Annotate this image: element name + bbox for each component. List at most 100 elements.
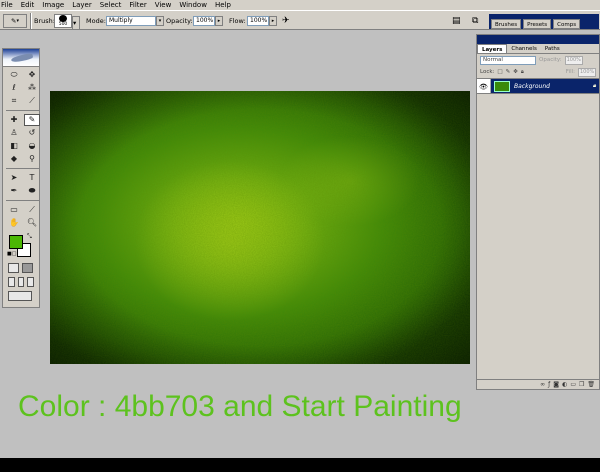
swap-colors-icon[interactable]: ⤡ bbox=[27, 233, 32, 241]
bucket-tool-icon[interactable]: ◒ bbox=[24, 140, 40, 152]
opacity-field[interactable]: 100% bbox=[193, 16, 215, 26]
zoom-tool-icon[interactable]: 🔍︎ bbox=[24, 217, 40, 229]
flow-field[interactable]: 100% bbox=[247, 16, 269, 26]
layer-row[interactable]: 👁︎ Background 🔒︎ bbox=[477, 78, 599, 94]
toolbox-header[interactable] bbox=[3, 49, 39, 67]
layers-panel: Layers Channels Paths Normal Opacity: 10… bbox=[476, 34, 600, 390]
toolbox: ⬭ ✥ ℓ ⁂ ⌗ ⟋ ✚ ✎ ♙ ↺ ◧ ◒ ◆ ⚲ ➤ T ✒ ⬬ ▭ ⟋ … bbox=[2, 48, 40, 308]
feather-logo-icon bbox=[10, 52, 34, 64]
foreground-color-swatch[interactable] bbox=[9, 235, 23, 249]
brush-tip-icon bbox=[59, 15, 67, 22]
crop-tool-icon[interactable]: ⌗ bbox=[6, 95, 22, 107]
type-tool-icon[interactable]: T bbox=[24, 172, 40, 184]
adjustment-layer-icon[interactable]: ◐ bbox=[562, 381, 567, 388]
standard-mode-button[interactable] bbox=[8, 263, 19, 273]
brush-size: 500 bbox=[58, 22, 68, 27]
palette-well: Brushes Presets Comps bbox=[489, 14, 599, 29]
tab-layers[interactable]: Layers bbox=[477, 44, 508, 53]
history-brush-tool-icon[interactable]: ↺ bbox=[24, 127, 40, 139]
screen-mode-full-menu-button[interactable] bbox=[17, 277, 25, 287]
file-browser-icon[interactable]: ▤ bbox=[452, 14, 461, 28]
palette-toggle-icon[interactable]: ⧉ bbox=[472, 14, 478, 28]
dodge-tool-icon[interactable]: ⚲ bbox=[24, 153, 40, 165]
path-selection-tool-icon[interactable]: ➤ bbox=[6, 172, 22, 184]
slice-tool-icon[interactable]: ⟋ bbox=[24, 95, 40, 107]
move-tool-icon[interactable]: ✥ bbox=[24, 69, 40, 81]
menu-edit[interactable]: Edit bbox=[21, 0, 35, 10]
document-canvas[interactable] bbox=[50, 91, 470, 364]
lock-transparency-icon[interactable]: □ bbox=[497, 69, 502, 75]
opacity-label: Opacity: bbox=[166, 17, 193, 25]
layers-panel-titlebar[interactable] bbox=[477, 35, 599, 44]
lock-label: Lock: bbox=[480, 69, 495, 75]
bottom-bar bbox=[0, 458, 600, 472]
lock-paint-icon[interactable]: ✎ bbox=[506, 69, 511, 75]
screen-mode-full-button[interactable] bbox=[27, 277, 35, 287]
layer-blend-mode-select[interactable]: Normal bbox=[480, 55, 536, 65]
fill-field[interactable]: 100% bbox=[578, 67, 596, 77]
menu-image[interactable]: Image bbox=[42, 0, 64, 10]
menu-bar: File Edit Image Layer Select Filter View… bbox=[0, 0, 600, 10]
healing-brush-tool-icon[interactable]: ✚ bbox=[6, 114, 22, 126]
lock-move-icon[interactable]: ✥ bbox=[513, 69, 518, 75]
tool-preset-picker[interactable]: ✎ ▾ bbox=[3, 14, 27, 28]
opacity-slider-arrow[interactable]: ▸ bbox=[215, 16, 223, 26]
layers-footer: ∞ ƒ ◙ ◐ ▭ ❐ 🗑︎ bbox=[477, 379, 599, 389]
menu-help[interactable]: Help bbox=[215, 0, 231, 10]
tab-paths[interactable]: Paths bbox=[541, 44, 564, 53]
clone-stamp-tool-icon[interactable]: ♙ bbox=[6, 127, 22, 139]
lasso-tool-icon[interactable]: ℓ bbox=[6, 82, 22, 94]
layer-thumbnail bbox=[494, 80, 510, 92]
default-colors-icon[interactable]: ■□ bbox=[7, 251, 16, 257]
trash-icon[interactable]: 🗑︎ bbox=[587, 381, 595, 388]
marquee-tool-icon[interactable]: ⬭ bbox=[6, 69, 22, 81]
quick-mask-button[interactable] bbox=[22, 263, 33, 273]
jump-to-imageready-button[interactable] bbox=[8, 291, 32, 301]
lock-all-icon[interactable]: 🔒︎ bbox=[521, 69, 524, 76]
menu-select[interactable]: Select bbox=[100, 0, 122, 10]
shape-tool-icon[interactable]: ⬬ bbox=[24, 185, 40, 197]
eye-icon[interactable]: 👁︎ bbox=[477, 79, 491, 93]
canvas-texture bbox=[50, 91, 470, 364]
blur-tool-icon[interactable]: ◆ bbox=[6, 153, 22, 165]
new-group-icon[interactable]: ▭ bbox=[570, 381, 576, 388]
options-bar: ✎ ▾ Brush: 500 ▾ Mode: Multiply ▾ Opacity… bbox=[0, 10, 600, 30]
flow-slider-arrow[interactable]: ▸ bbox=[269, 16, 277, 26]
new-layer-icon[interactable]: ❐ bbox=[579, 381, 584, 388]
layer-opacity-label: Opacity: bbox=[539, 57, 562, 63]
instruction-text: Color : 4bb703 and Start Painting bbox=[18, 390, 462, 423]
screen-mode-standard-button[interactable] bbox=[8, 277, 15, 287]
tab-channels[interactable]: Channels bbox=[507, 44, 540, 53]
brush-dropdown-arrow[interactable]: ▾ bbox=[72, 16, 80, 30]
layer-style-icon[interactable]: ƒ bbox=[548, 381, 550, 388]
tab-brushes[interactable]: Brushes bbox=[491, 19, 522, 29]
layer-opacity-field[interactable]: 100% bbox=[564, 55, 583, 65]
flow-label: Flow: bbox=[229, 17, 246, 25]
layer-name: Background bbox=[514, 82, 550, 90]
layer-mask-icon[interactable]: ◙ bbox=[553, 381, 559, 388]
tab-presets[interactable]: Presets bbox=[523, 19, 552, 29]
color-swatches: ⤡ ■□ bbox=[3, 231, 39, 261]
mode-dropdown-arrow[interactable]: ▾ bbox=[156, 16, 164, 26]
pen-tool-icon[interactable]: ✒ bbox=[6, 185, 22, 197]
eraser-tool-icon[interactable]: ◧ bbox=[6, 140, 22, 152]
tab-comps[interactable]: Comps bbox=[553, 19, 581, 29]
mode-label: Mode: bbox=[86, 17, 106, 25]
brush-label: Brush: bbox=[34, 17, 55, 25]
lock-icon: 🔒︎ bbox=[592, 82, 596, 89]
mode-select[interactable]: Multiply bbox=[106, 16, 156, 26]
airbrush-icon[interactable]: ✈ bbox=[282, 14, 290, 28]
fill-label: Fill: bbox=[565, 69, 575, 75]
magic-wand-tool-icon[interactable]: ⁂ bbox=[24, 82, 40, 94]
notes-tool-icon[interactable]: ▭ bbox=[6, 204, 22, 216]
brush-preset-picker[interactable]: 500 bbox=[54, 14, 72, 28]
menu-filter[interactable]: Filter bbox=[129, 0, 146, 10]
hand-tool-icon[interactable]: ✋ bbox=[6, 217, 22, 229]
menu-file[interactable]: File bbox=[1, 0, 13, 10]
brush-tool-icon[interactable]: ✎ bbox=[24, 114, 40, 126]
menu-window[interactable]: Window bbox=[179, 0, 207, 10]
link-layers-icon[interactable]: ∞ bbox=[540, 381, 545, 388]
menu-view[interactable]: View bbox=[155, 0, 172, 10]
menu-layer[interactable]: Layer bbox=[72, 0, 92, 10]
eyedropper-tool-icon[interactable]: ⟋ bbox=[24, 204, 40, 216]
